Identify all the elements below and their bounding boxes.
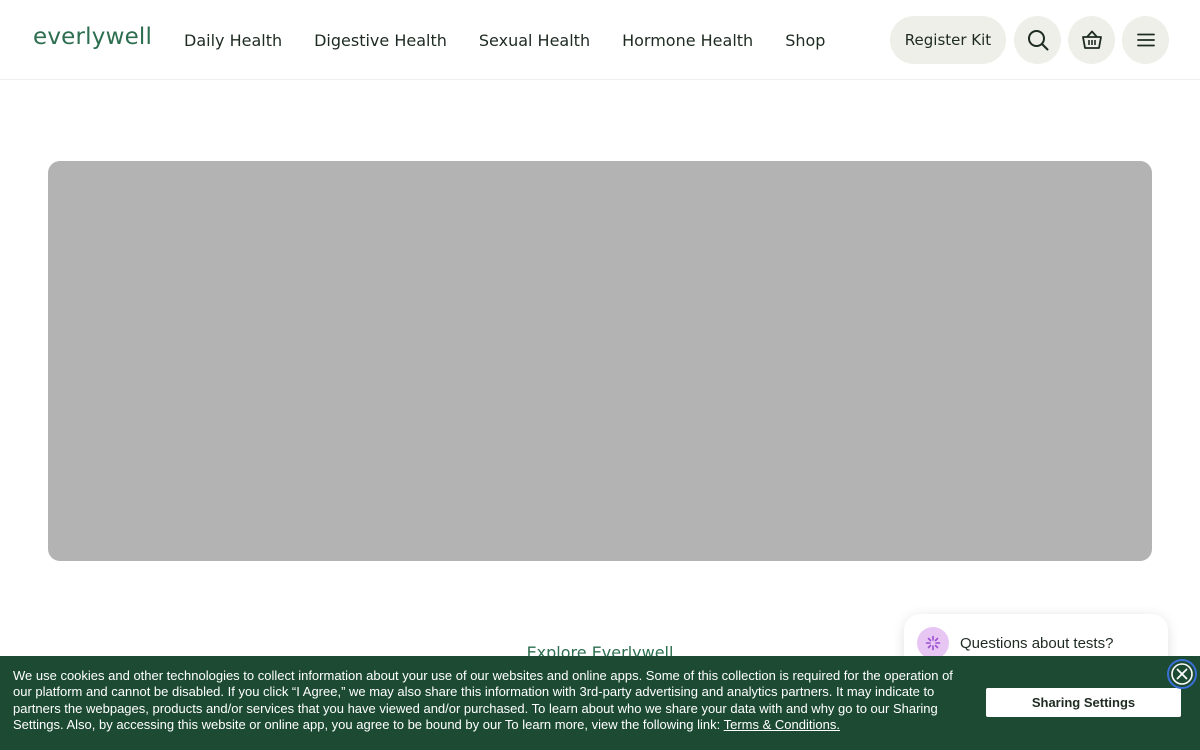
site-header: everlywell Daily Health Digestive Health… xyxy=(0,0,1200,80)
sharing-settings-button[interactable]: Sharing Settings xyxy=(986,688,1181,717)
search-button[interactable] xyxy=(1014,16,1061,64)
menu-button[interactable] xyxy=(1122,16,1169,64)
cart-button[interactable] xyxy=(1068,16,1115,64)
hero-image-placeholder xyxy=(48,161,1152,561)
cookie-close-button[interactable] xyxy=(1167,659,1197,689)
chat-prompt: Questions about tests? xyxy=(960,635,1114,652)
nav-shop[interactable]: Shop xyxy=(785,31,825,50)
nav-sexual-health[interactable]: Sexual Health xyxy=(479,31,590,50)
everlywell-logo[interactable]: everlywell xyxy=(33,24,152,50)
nav-hormone-health[interactable]: Hormone Health xyxy=(622,31,753,50)
cookie-message: We use cookies and other technologies to… xyxy=(13,668,968,733)
hamburger-menu-icon xyxy=(1136,33,1155,47)
nav-digestive-health[interactable]: Digestive Health xyxy=(314,31,447,50)
search-icon xyxy=(1027,30,1048,51)
close-icon xyxy=(1171,663,1193,685)
sparkle-icon xyxy=(925,635,941,651)
chat-avatar xyxy=(917,627,949,659)
cookie-banner: We use cookies and other technologies to… xyxy=(0,656,1200,750)
terms-link[interactable]: Terms & Conditions. xyxy=(724,717,840,732)
main-nav: Daily Health Digestive Health Sexual Hea… xyxy=(184,0,825,80)
basket-icon xyxy=(1081,30,1102,49)
nav-daily-health[interactable]: Daily Health xyxy=(184,31,282,50)
register-kit-button[interactable]: Register Kit xyxy=(890,16,1006,64)
